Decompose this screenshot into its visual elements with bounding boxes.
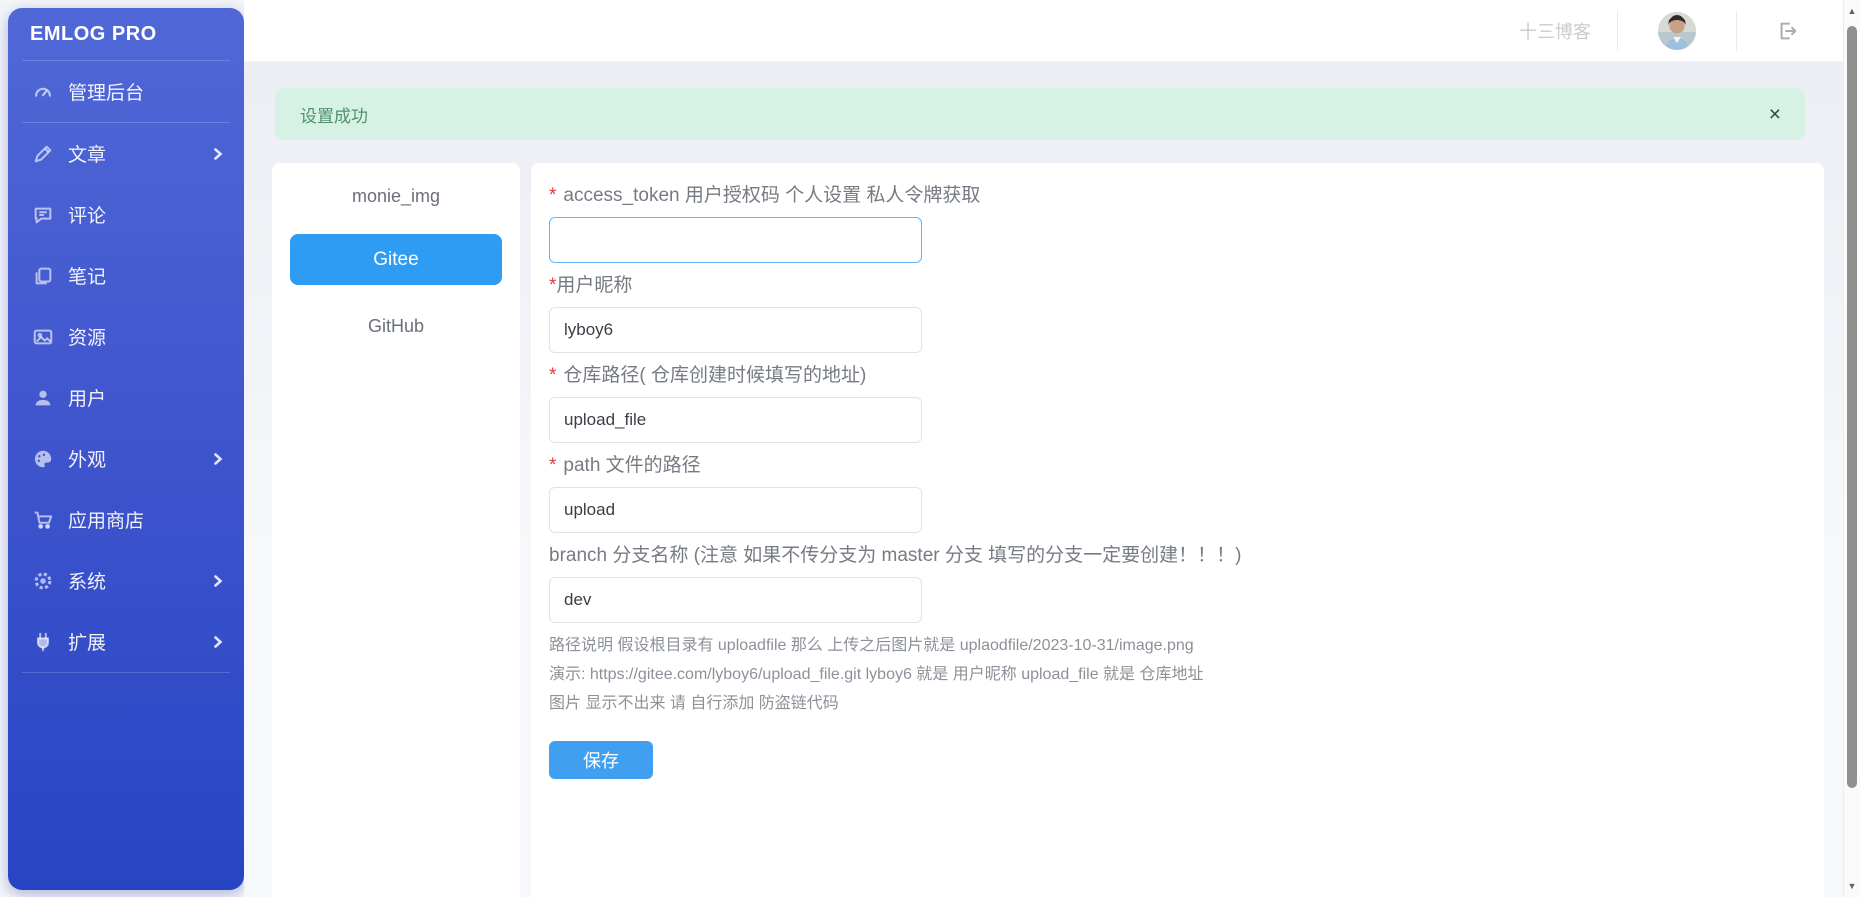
cart-icon xyxy=(32,509,54,531)
sidebar-item-label: 用户 xyxy=(68,389,107,410)
site-name-link[interactable]: 十三博客 xyxy=(1519,18,1591,44)
sidebar-item-dashboard[interactable]: 管理后台 xyxy=(8,61,244,122)
sidebar-item-label: 管理后台 xyxy=(68,83,145,104)
alert-close-icon[interactable]: × xyxy=(1769,104,1781,125)
topbar: 十三博客 xyxy=(244,0,1843,62)
help-text-line: 路径说明 假设根目录有 uploadfile 那么 上传之后图片就是 uplao… xyxy=(549,637,1194,654)
sidebar-item-label: 资源 xyxy=(68,328,107,349)
help-text-line: 图片 显示不出来 请 自行添加 防盗链代码 xyxy=(549,695,839,712)
gear-icon xyxy=(32,570,54,592)
tab-gitee[interactable]: Gitee xyxy=(290,234,502,285)
scrollbar-up-icon[interactable]: ▲ xyxy=(1844,6,1860,16)
image-icon xyxy=(32,326,54,348)
plug-icon xyxy=(32,631,54,653)
field-label-branch: branch 分支名称 (注意 如果不传分支为 master 分支 填写的分支一… xyxy=(549,545,1242,566)
avatar[interactable] xyxy=(1658,11,1696,50)
file-path-input[interactable] xyxy=(549,487,922,533)
sidebar-item-appearance[interactable]: 外观 xyxy=(8,428,244,489)
required-asterisk: * xyxy=(549,365,557,386)
sidebar-item-notes[interactable]: 笔记 xyxy=(8,245,244,306)
sidebar-item-comments[interactable]: 评论 xyxy=(8,184,244,245)
tab-monie-img[interactable]: monie_img xyxy=(272,167,520,225)
chevron-right-icon xyxy=(212,574,224,587)
field-label-access-token: * access_token 用户授权码 个人设置 私人令牌获取 xyxy=(549,185,981,206)
sidebar-item-articles[interactable]: 文章 xyxy=(8,123,244,184)
main-content: 设置成功 × monie_img Gitee GitHub * access_to… xyxy=(244,62,1843,897)
branch-input[interactable] xyxy=(549,577,922,623)
sidebar-item-label: 外观 xyxy=(68,450,107,471)
tab-github[interactable]: GitHub xyxy=(272,297,520,355)
field-label-file-path: * path 文件的路径 xyxy=(549,455,701,476)
sidebar-item-system[interactable]: 系统 xyxy=(8,550,244,611)
topbar-divider xyxy=(1617,10,1618,51)
field-label-repo-path: * 仓库路径( 仓库创建时候填写的地址) xyxy=(549,365,867,386)
user-icon xyxy=(32,387,54,409)
alert-message: 设置成功 xyxy=(300,106,368,126)
sidebar-item-label: 文章 xyxy=(68,145,107,166)
plugin-tab-column: monie_img Gitee GitHub xyxy=(272,163,520,897)
nickname-input[interactable] xyxy=(549,307,922,353)
topbar-divider xyxy=(1736,10,1737,51)
field-label-nickname: *用户昵称 xyxy=(549,275,633,296)
pencil-icon xyxy=(32,143,54,165)
sidebar-item-resources[interactable]: 资源 xyxy=(8,306,244,367)
sidebar-item-label: 应用商店 xyxy=(68,511,145,532)
sidebar-divider xyxy=(22,672,230,673)
page-scrollbar[interactable]: ▲ ▼ xyxy=(1843,0,1860,897)
save-button[interactable]: 保存 xyxy=(549,741,653,779)
sidebar-item-label: 评论 xyxy=(68,206,107,227)
notes-icon xyxy=(32,265,54,287)
sidebar-item-extensions[interactable]: 扩展 xyxy=(8,611,244,672)
sidebar: EMLOG PRO 管理后台 文章 评论 笔记 资源 用户 外观 应用商店 系统… xyxy=(8,8,244,890)
scrollbar-down-icon[interactable]: ▼ xyxy=(1844,881,1860,891)
repo-path-input[interactable] xyxy=(549,397,922,443)
logout-icon[interactable] xyxy=(1777,20,1799,42)
comment-icon xyxy=(32,204,54,226)
palette-icon xyxy=(32,448,54,470)
scrollbar-thumb[interactable] xyxy=(1847,26,1857,788)
chevron-right-icon xyxy=(212,452,224,465)
settings-panel: monie_img Gitee GitHub * access_token 用户授… xyxy=(272,163,1824,897)
sidebar-item-users[interactable]: 用户 xyxy=(8,367,244,428)
app-logo: EMLOG PRO xyxy=(30,22,157,45)
access-token-input[interactable] xyxy=(549,217,922,263)
chevron-right-icon xyxy=(212,635,224,648)
success-alert: 设置成功 × xyxy=(275,88,1805,140)
gitee-settings-form: *access_token 用户授权码 个人设置 私人令牌获取 *用户昵称 *仓… xyxy=(531,163,1824,897)
required-asterisk: * xyxy=(549,455,557,476)
sidebar-item-label: 扩展 xyxy=(68,633,107,654)
sidebar-item-label: 系统 xyxy=(68,572,107,593)
sidebar-item-app-store[interactable]: 应用商店 xyxy=(8,489,244,550)
app-window: EMLOG PRO 管理后台 文章 评论 笔记 资源 用户 外观 应用商店 系统… xyxy=(0,0,1860,897)
required-asterisk: * xyxy=(549,185,557,206)
sidebar-item-label: 笔记 xyxy=(68,267,107,288)
chevron-right-icon xyxy=(212,147,224,160)
dashboard-icon xyxy=(32,81,54,103)
help-text-line: 演示: https://gitee.com/lyboy6/upload_file… xyxy=(549,666,1204,683)
